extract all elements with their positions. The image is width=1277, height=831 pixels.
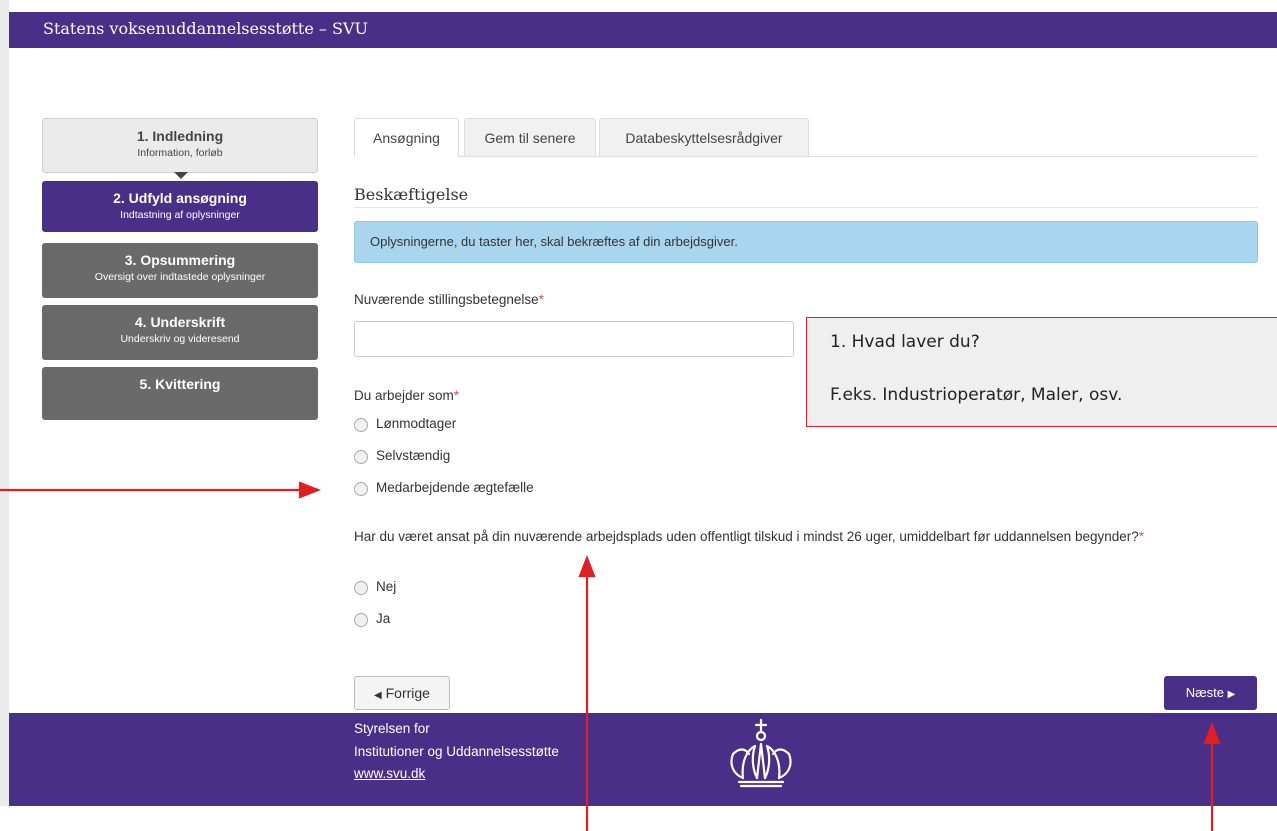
arrow-up-head-icon	[578, 554, 596, 578]
arrow-right-head-icon	[298, 481, 322, 499]
arrow-up-head-icon	[1203, 721, 1221, 745]
annotation-arrows	[0, 481, 1221, 831]
